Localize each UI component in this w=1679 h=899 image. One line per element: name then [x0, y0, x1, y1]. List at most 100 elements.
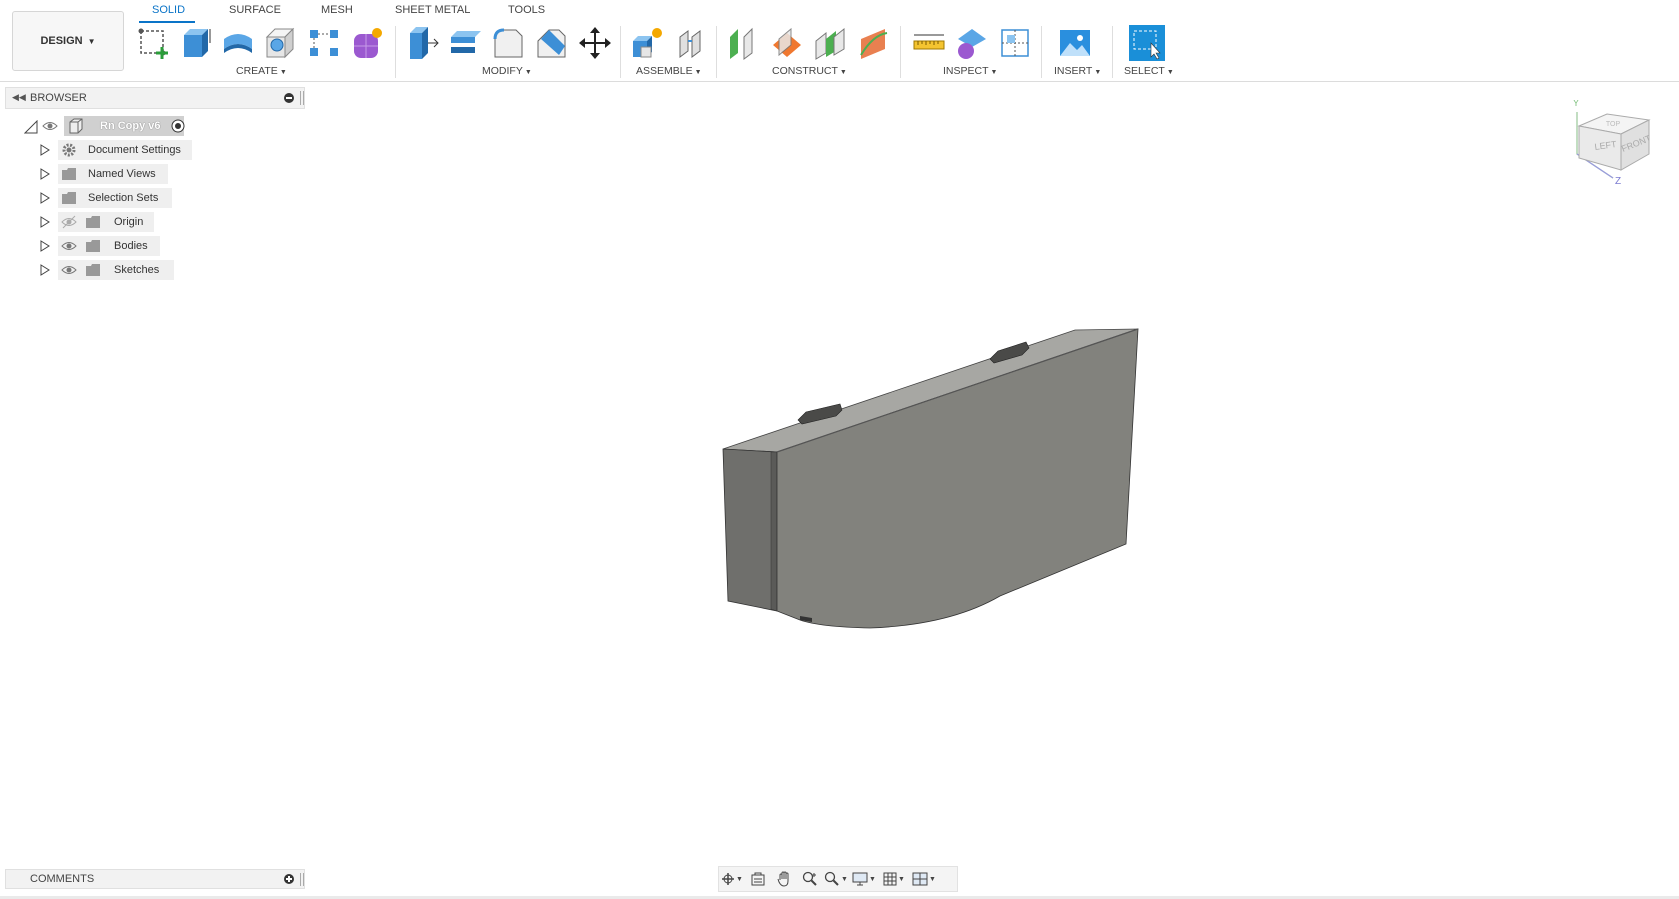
canvas-viewport[interactable]: TOP LEFT FRONT Y Z [0, 82, 1679, 892]
navigation-bar: ▼ ▼ ▼ ▼ ▼ [718, 866, 958, 892]
eye-icon[interactable] [61, 239, 77, 253]
bodies-node[interactable]: Bodies [58, 236, 160, 256]
revolve-icon[interactable] [219, 24, 257, 62]
tab-surface[interactable]: SURFACE [229, 4, 281, 16]
axis-z-label: Z [1615, 176, 1621, 187]
toolbar-divider [716, 26, 717, 78]
look-at-icon[interactable] [745, 868, 771, 890]
axis-y-label: Y [1573, 100, 1579, 108]
expand-triangle-icon[interactable] [40, 192, 50, 204]
named-views-node[interactable]: Named Views [58, 164, 168, 184]
expand-triangle-icon[interactable] [40, 240, 50, 252]
assemble-menu[interactable]: ASSEMBLE ▼ [636, 65, 702, 77]
construct-menu[interactable]: CONSTRUCT ▼ [772, 65, 847, 77]
create-form-icon[interactable] [348, 24, 386, 62]
selection-sets-node[interactable]: Selection Sets [58, 188, 172, 208]
eye-icon[interactable] [61, 263, 77, 277]
expand-triangle-icon[interactable] [40, 144, 50, 156]
workspace-label: DESIGN [40, 35, 83, 47]
midplane-icon[interactable] [811, 24, 849, 62]
chamfer-icon[interactable] [532, 24, 570, 62]
comments-title: COMMENTS [30, 873, 95, 885]
expand-triangle-icon[interactable] [40, 264, 50, 276]
browser-item-label: Bodies [114, 240, 148, 252]
grid-settings-icon[interactable]: ▼ [879, 868, 909, 890]
comments-panel-header: COMMENTS [5, 869, 305, 889]
tab-sheet-metal[interactable]: SHEET METAL [395, 4, 470, 16]
interference-icon[interactable] [953, 24, 991, 62]
root-component[interactable]: Rn Copy v6 [64, 116, 184, 136]
zoom-icon[interactable] [797, 868, 823, 890]
panel-resize-handle[interactable] [300, 91, 304, 105]
inspect-menu[interactable]: INSPECT ▼ [943, 65, 997, 77]
minimize-icon[interactable] [284, 93, 294, 103]
tab-mesh[interactable]: MESH [321, 4, 353, 16]
press-pull-icon[interactable] [403, 24, 441, 62]
document-settings-node[interactable]: Document Settings [58, 140, 192, 160]
sketches-node[interactable]: Sketches [58, 260, 174, 280]
shell-icon[interactable] [446, 24, 484, 62]
toolbar-divider [620, 26, 621, 78]
section-analysis-icon[interactable] [996, 24, 1034, 62]
insert-image-icon[interactable] [1056, 24, 1094, 62]
tab-tools[interactable]: TOOLS [508, 4, 545, 16]
panel-resize-handle[interactable] [300, 873, 304, 886]
browser-item-label: Document Settings [88, 144, 181, 156]
create-menu[interactable]: CREATE ▼ [236, 65, 287, 77]
eye-icon[interactable] [42, 119, 58, 133]
toolbar-divider [1041, 26, 1042, 78]
plane-at-angle-icon[interactable] [768, 24, 806, 62]
extrude-icon[interactable] [177, 24, 215, 62]
browser-item-label: Sketches [114, 264, 160, 276]
move-copy-icon[interactable] [576, 24, 614, 62]
eye-hidden-icon[interactable] [61, 215, 77, 229]
folder-icon [86, 264, 100, 276]
browser-item-label: Named Views [88, 168, 156, 180]
gear-icon [62, 143, 76, 157]
hole-icon[interactable] [262, 24, 300, 62]
folder-icon [62, 192, 76, 204]
joint-icon[interactable] [671, 24, 709, 62]
toolbar-divider [395, 26, 396, 78]
folder-icon [86, 216, 100, 228]
collapse-triangle-icon[interactable] [24, 120, 38, 134]
toolbar: DESIGN ▼ SOLID SURFACE MESH SHEET METAL T… [0, 0, 1679, 82]
workspace-switcher-button[interactable]: DESIGN ▼ [12, 11, 124, 71]
browser-item-label: Origin [114, 216, 144, 228]
select-menu[interactable]: SELECT ▼ [1124, 65, 1174, 77]
new-component-icon[interactable] [628, 24, 666, 62]
create-sketch-icon[interactable] [135, 24, 173, 62]
modify-menu[interactable]: MODIFY ▼ [482, 65, 532, 77]
plane-along-path-icon[interactable] [854, 24, 892, 62]
fit-icon[interactable]: ▼ [823, 868, 849, 890]
root-component-label: Rn Copy v6 [100, 120, 161, 132]
toolbar-divider [1112, 26, 1113, 78]
viewports-icon[interactable]: ▼ [909, 868, 939, 890]
activate-radio-icon[interactable] [171, 119, 185, 133]
browser-title: BROWSER [30, 92, 87, 104]
fillet-icon[interactable] [489, 24, 527, 62]
chevron-down-icon: ▼ [87, 36, 96, 46]
pan-icon[interactable] [771, 868, 797, 890]
origin-node[interactable]: Origin [58, 212, 154, 232]
active-tab-indicator [139, 21, 195, 23]
expand-triangle-icon[interactable] [40, 216, 50, 228]
display-settings-icon[interactable]: ▼ [849, 868, 879, 890]
view-cube[interactable]: TOP LEFT FRONT Y Z [1565, 98, 1665, 195]
measure-icon[interactable] [910, 24, 948, 62]
offset-plane-icon[interactable] [725, 24, 763, 62]
expand-triangle-icon[interactable] [40, 168, 50, 180]
browser-item-label: Selection Sets [88, 192, 159, 204]
model-body[interactable] [0, 82, 1679, 892]
orbit-icon[interactable]: ▼ [719, 868, 745, 890]
collapse-panel-icon[interactable]: ◀◀ [12, 92, 26, 103]
add-comment-icon[interactable] [284, 874, 294, 884]
viewcube-top-label: TOP [1606, 121, 1621, 128]
folder-icon [86, 240, 100, 252]
insert-menu[interactable]: INSERT ▼ [1054, 65, 1101, 77]
rectangular-pattern-icon[interactable] [305, 24, 343, 62]
toolbar-divider [900, 26, 901, 78]
tab-solid[interactable]: SOLID [152, 4, 185, 16]
window-select-icon[interactable] [1128, 24, 1166, 62]
browser-panel-header: ◀◀ BROWSER [5, 87, 305, 109]
